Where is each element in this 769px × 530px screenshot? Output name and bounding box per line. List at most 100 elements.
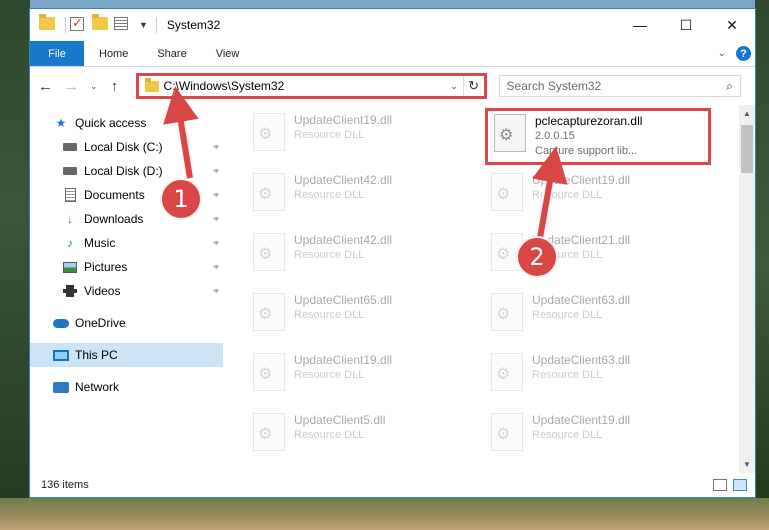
navigation-pane: ★ Quick access Local Disk (C:) ⌖ Local D…: [30, 105, 223, 473]
sidebar-item-label: This PC: [75, 348, 118, 362]
new-folder-icon[interactable]: [92, 14, 108, 33]
music-icon: ♪: [67, 236, 73, 250]
file-item[interactable]: UpdateClient42.dll Resource DLL: [247, 229, 473, 281]
file-item[interactable]: UpdateClient5.dll Resource DLL: [247, 409, 473, 461]
sidebar-item-onedrive[interactable]: OneDrive: [30, 311, 223, 335]
view-properties-icon[interactable]: [114, 17, 130, 33]
pin-icon[interactable]: ⌖: [213, 190, 219, 201]
sidebar-item-this-pc[interactable]: This PC: [30, 343, 223, 367]
file-item-pclecapturezoran[interactable]: pclecapturezoran.dll 2.0.0.15 Capture su…: [488, 113, 708, 165]
address-path[interactable]: C:\Windows\System32: [164, 79, 446, 93]
sidebar-item-network[interactable]: Network: [30, 375, 223, 399]
disk-icon: [62, 163, 78, 179]
file-item[interactable]: UpdateClient19.dll Resource DLL: [485, 169, 711, 221]
scrollbar-thumb[interactable]: [741, 125, 753, 173]
file-description: Resource DLL: [532, 369, 603, 381]
tab-file[interactable]: File: [30, 41, 84, 66]
address-dropdown-icon[interactable]: ⌄: [446, 76, 464, 96]
file-name: UpdateClient63.dll: [532, 293, 631, 307]
details-view-icon[interactable]: [713, 479, 727, 491]
file-name: UpdateClient19.dll: [532, 413, 631, 427]
vertical-scrollbar[interactable]: ▲ ▼: [739, 105, 755, 473]
file-version: 2.0.0.15: [535, 130, 575, 142]
step-2-badge: 2: [516, 236, 558, 278]
window-title: System32: [166, 18, 221, 32]
large-icons-view-icon[interactable]: [733, 479, 747, 491]
dll-file-icon: [253, 113, 285, 151]
dll-file-icon: [491, 413, 523, 451]
file-item[interactable]: UpdateClient19.dll Resource DLL: [485, 409, 711, 461]
pictures-icon: [62, 259, 78, 275]
pin-icon[interactable]: ⌖: [213, 142, 219, 153]
sidebar-item-label: Quick access: [75, 116, 147, 130]
sidebar-item-local-disk-c[interactable]: Local Disk (C:) ⌖: [30, 135, 223, 159]
sidebar-item-label: Pictures: [84, 260, 128, 274]
pin-icon[interactable]: ⌖: [213, 238, 219, 249]
toolbar-separator: [155, 17, 157, 33]
title-bar: ▼ System32 — ☐ ✕: [30, 9, 755, 41]
file-name: UpdateClient63.dll: [532, 353, 631, 367]
search-input[interactable]: Search System32 ⌕: [498, 75, 741, 97]
dll-file-icon: [253, 353, 285, 391]
up-button[interactable]: ↑: [108, 78, 122, 95]
sidebar-item-videos[interactable]: Videos ⌖: [30, 279, 223, 303]
minimize-button[interactable]: —: [617, 9, 663, 41]
refresh-icon[interactable]: ↻: [464, 78, 484, 94]
back-button[interactable]: ←: [38, 78, 53, 95]
highlighted-file-item[interactable]: pclecapturezoran.dll 2.0.0.15 Capture su…: [485, 108, 711, 165]
dll-file-icon: [253, 293, 285, 331]
expand-ribbon-icon[interactable]: ⌄: [718, 48, 726, 59]
file-item[interactable]: UpdateClient19.dll Resource DLL: [247, 109, 473, 161]
cloud-icon: [53, 315, 69, 331]
disk-icon: [62, 139, 78, 155]
ribbon-tabs: File Home Share View ⌄ ?: [30, 41, 755, 67]
dll-file-icon: [253, 173, 285, 211]
forward-button[interactable]: →: [64, 78, 79, 95]
file-description: Resource DLL: [294, 129, 365, 141]
desktop-background-bottom: [0, 498, 769, 530]
sidebar-item-pictures[interactable]: Pictures ⌖: [30, 255, 223, 279]
dll-file-icon: [253, 413, 285, 451]
file-name: UpdateClient19.dll: [294, 113, 393, 127]
file-item[interactable]: UpdateClient63.dll Resource DLL: [485, 349, 711, 401]
pin-icon[interactable]: ⌖: [213, 286, 219, 297]
sidebar-item-local-disk-d[interactable]: Local Disk (D:) ⌖: [30, 159, 223, 183]
tab-share[interactable]: Share: [142, 41, 200, 66]
file-item[interactable]: UpdateClient63.dll Resource DLL: [485, 289, 711, 341]
toolbar-separator: [65, 17, 66, 33]
dll-file-icon: [494, 114, 526, 152]
sidebar-item-music[interactable]: ♪ Music ⌖: [30, 231, 223, 255]
file-description: Resource DLL: [294, 249, 365, 261]
desktop-background-left: [0, 0, 30, 530]
navigation-bar: ← → ⌄ ↑ C:\Windows\System32 ⌄ ↻ Search S…: [30, 67, 755, 105]
pin-icon[interactable]: ⌖: [213, 166, 219, 177]
file-explorer-window: ▼ System32 — ☐ ✕ File Home Share View ⌄ …: [29, 8, 756, 498]
close-button[interactable]: ✕: [709, 9, 755, 41]
help-icon[interactable]: ?: [736, 46, 751, 61]
desktop-background-right: [755, 0, 769, 530]
recent-locations-button[interactable]: ⌄: [90, 81, 98, 92]
file-name: UpdateClient42.dll: [294, 173, 393, 187]
file-item[interactable]: UpdateClient65.dll Resource DLL: [247, 289, 473, 341]
scroll-up-icon[interactable]: ▲: [739, 105, 755, 122]
pin-icon[interactable]: ⌖: [213, 262, 219, 273]
step-1-badge: 1: [160, 178, 202, 220]
dll-file-icon: [253, 233, 285, 271]
dll-file-icon: [491, 293, 523, 331]
network-icon: [53, 379, 69, 395]
file-description: Resource DLL: [532, 189, 603, 201]
tab-home[interactable]: Home: [84, 41, 142, 66]
sidebar-item-quick-access[interactable]: ★ Quick access: [30, 111, 223, 135]
scroll-down-icon[interactable]: ▼: [739, 456, 755, 473]
folder-icon: [39, 14, 55, 33]
downloads-icon: ↓: [67, 212, 73, 226]
customize-toolbar-dropdown-icon[interactable]: ▼: [139, 20, 148, 30]
search-icon[interactable]: ⌕: [720, 79, 740, 94]
pin-icon[interactable]: ⌖: [213, 214, 219, 225]
file-item[interactable]: UpdateClient42.dll Resource DLL: [247, 169, 473, 221]
address-bar[interactable]: C:\Windows\System32 ⌄ ↻: [135, 73, 487, 99]
properties-check-icon[interactable]: [70, 15, 86, 33]
file-item[interactable]: UpdateClient19.dll Resource DLL: [247, 349, 473, 401]
maximize-button[interactable]: ☐: [663, 9, 709, 41]
tab-view[interactable]: View: [201, 41, 254, 66]
